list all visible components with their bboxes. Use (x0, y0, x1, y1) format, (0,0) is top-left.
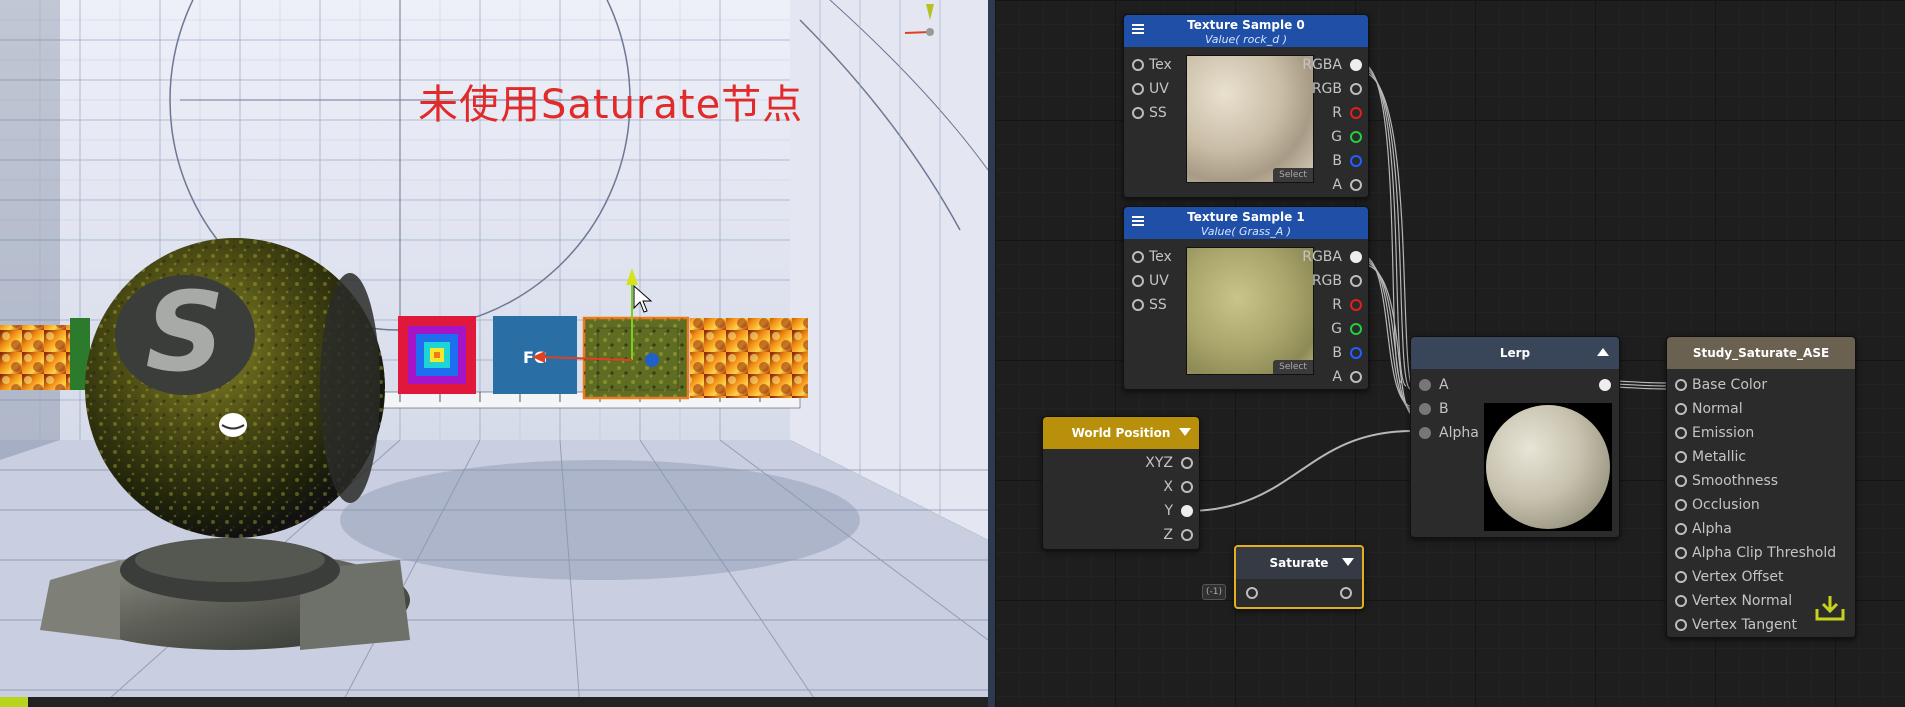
port-uv[interactable]: UV (1132, 271, 1169, 291)
port-xyz-dot[interactable] (1181, 457, 1193, 469)
hamburger-icon[interactable] (1132, 216, 1144, 226)
rock-texture-preview: Select (1186, 55, 1314, 183)
viewport-caption: 未使用Saturate节点 (418, 82, 804, 128)
port-y-dot[interactable] (1181, 505, 1193, 517)
hamburger-icon[interactable] (1132, 24, 1144, 34)
port-smoothness[interactable]: Smoothness (1675, 471, 1778, 491)
progress-indicator (0, 697, 28, 707)
world-position-node[interactable]: World Position XYZ X Y Z (1042, 416, 1200, 550)
port-a[interactable]: A (1332, 367, 1342, 387)
port-ss[interactable]: SS (1132, 295, 1167, 315)
node-subtitle: Value( Grass_A ) (1200, 225, 1292, 238)
master-output-header[interactable]: Study_Saturate_ASE (1667, 337, 1855, 369)
port-tex[interactable]: Tex (1132, 247, 1172, 267)
port-alpha[interactable]: Alpha (1419, 423, 1479, 443)
port-b[interactable]: B (1332, 343, 1342, 363)
port-emission[interactable]: Emission (1675, 423, 1754, 443)
texture-sample-0-header[interactable]: Texture Sample 0 Value( rock_d ) (1124, 15, 1368, 47)
port-tex[interactable]: Tex (1132, 55, 1172, 75)
port-rgb-dot[interactable] (1350, 275, 1362, 287)
viewport-status-bar (0, 697, 988, 707)
panel-splitter[interactable] (988, 0, 995, 707)
port-g[interactable]: G (1331, 127, 1342, 147)
svg-text:S: S (145, 268, 224, 396)
port-r[interactable]: R (1332, 295, 1342, 315)
node-title: Saturate (1269, 556, 1329, 570)
port-rgba[interactable]: RGBA (1302, 55, 1342, 75)
port-g-dot[interactable] (1350, 131, 1362, 143)
port-r-dot[interactable] (1350, 107, 1362, 119)
node-subtitle: Value( rock_d ) (1204, 33, 1288, 46)
saturate-header[interactable]: Saturate (1236, 547, 1362, 579)
triangle-down-icon[interactable] (1342, 558, 1354, 566)
port-y[interactable]: Y (1164, 501, 1173, 521)
port-a-dot[interactable] (1350, 371, 1362, 383)
texture-sample-0-node[interactable]: Texture Sample 0 Value( rock_d ) Tex UV … (1123, 14, 1369, 198)
node-title: Texture Sample 1 (1187, 210, 1305, 224)
port-alpha-clip-threshold[interactable]: Alpha Clip Threshold (1675, 543, 1836, 563)
lerp-node[interactable]: Lerp A B Alpha (1410, 336, 1620, 538)
port-rgba[interactable]: RGBA (1302, 247, 1342, 267)
node-title: World Position (1071, 426, 1171, 440)
master-output-node[interactable]: Study_Saturate_ASE Base Color Normal Emi… (1666, 336, 1856, 638)
port-a[interactable]: A (1419, 375, 1449, 395)
port-b[interactable]: B (1419, 399, 1449, 419)
port-r-dot[interactable] (1350, 299, 1362, 311)
world-position-header[interactable]: World Position (1043, 417, 1199, 449)
texture-sample-1-node[interactable]: Texture Sample 1 Value( Grass_A ) Tex UV… (1123, 206, 1369, 390)
port-normal[interactable]: Normal (1675, 399, 1743, 419)
port-z-dot[interactable] (1181, 529, 1193, 541)
port-xyz[interactable]: XYZ (1145, 453, 1173, 473)
node-title: Study_Saturate_ASE (1692, 346, 1830, 360)
port-b-dot[interactable] (1350, 155, 1362, 167)
select-texture-button[interactable]: Select (1273, 360, 1313, 374)
port-vertex-normal[interactable]: Vertex Normal (1675, 591, 1792, 611)
port-a-dot[interactable] (1350, 179, 1362, 191)
port-vertex-tangent[interactable]: Vertex Tangent (1675, 615, 1797, 635)
saturate-input-dot[interactable] (1246, 587, 1258, 599)
port-rgb[interactable]: RGB (1312, 79, 1342, 99)
port-alpha[interactable]: Alpha (1675, 519, 1732, 539)
download-tray-icon[interactable] (1813, 593, 1847, 623)
port-rgba-dot[interactable] (1350, 251, 1362, 263)
triangle-up-icon[interactable] (1597, 348, 1609, 356)
port-base-color[interactable]: Base Color (1675, 375, 1767, 395)
node-title: Lerp (1499, 346, 1531, 360)
port-b[interactable]: B (1332, 151, 1342, 171)
scene-viewport[interactable]: FG S 未使用Saturate节点 (0, 0, 988, 707)
port-b-dot[interactable] (1350, 347, 1362, 359)
port-metallic[interactable]: Metallic (1675, 447, 1746, 467)
lerp-header[interactable]: Lerp (1411, 337, 1619, 369)
port-x-dot[interactable] (1181, 481, 1193, 493)
port-rgba-dot[interactable] (1350, 59, 1362, 71)
port-rgb-dot[interactable] (1350, 83, 1362, 95)
port-ss[interactable]: SS (1132, 103, 1167, 123)
port-g-dot[interactable] (1350, 323, 1362, 335)
node-title: Texture Sample 0 (1187, 18, 1305, 32)
texture-sample-1-header[interactable]: Texture Sample 1 Value( Grass_A ) (1124, 207, 1368, 239)
lerp-output-dot[interactable] (1599, 379, 1611, 391)
port-rgb[interactable]: RGB (1312, 271, 1342, 291)
port-z[interactable]: Z (1163, 525, 1173, 545)
port-g[interactable]: G (1331, 319, 1342, 339)
port-r[interactable]: R (1332, 103, 1342, 123)
select-texture-button[interactable]: Select (1273, 168, 1313, 182)
port-x[interactable]: X (1163, 477, 1173, 497)
grass-texture-preview: Select (1186, 247, 1314, 375)
port-a[interactable]: A (1332, 175, 1342, 195)
saturate-output-dot[interactable] (1340, 587, 1352, 599)
port-occlusion[interactable]: Occlusion (1675, 495, 1760, 515)
saturate-default-value[interactable]: (-1) (1202, 584, 1226, 600)
lerp-preview-sphere (1484, 403, 1612, 531)
node-graph-canvas[interactable]: Texture Sample 0 Value( rock_d ) Tex UV … (995, 0, 1905, 707)
triangle-down-icon[interactable] (1179, 428, 1191, 436)
port-uv[interactable]: UV (1132, 79, 1169, 99)
port-vertex-offset[interactable]: Vertex Offset (1675, 567, 1784, 587)
saturate-node[interactable]: Saturate (1234, 545, 1364, 609)
